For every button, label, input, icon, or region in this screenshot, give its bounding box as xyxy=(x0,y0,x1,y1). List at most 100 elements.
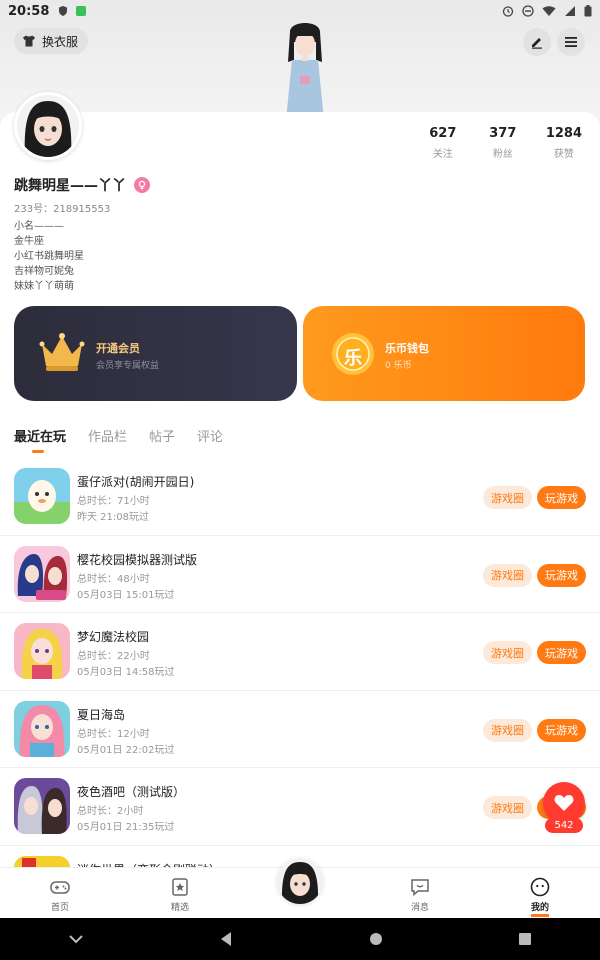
game-circle-button[interactable]: 游戏圈 xyxy=(483,563,532,587)
chevron-down-icon[interactable] xyxy=(68,934,84,944)
vip-subtitle: 会员享专属权益 xyxy=(96,361,160,371)
game-circle-button[interactable]: 游戏圈 xyxy=(483,796,532,819)
shield-icon xyxy=(59,6,68,16)
play-game-button[interactable]: 玩游戏 xyxy=(537,486,586,509)
stat-likes[interactable]: 1284 获赞 xyxy=(546,126,582,160)
nav-home[interactable]: 首页 xyxy=(0,868,120,917)
avatar xyxy=(277,858,323,904)
stat-fans-label: 粉丝 xyxy=(492,149,513,160)
profile-tabs: 最近在玩 作品栏 帖子 评论 xyxy=(14,426,223,453)
game-duration: 总时长：22小时 xyxy=(77,651,150,662)
recents-icon[interactable] xyxy=(518,932,532,946)
game-last-played: 05月03日 14:58玩过 xyxy=(77,667,175,678)
bio-line: 吉祥物可妮兔 xyxy=(14,266,74,277)
game-last-played: 05月03日 15:01玩过 xyxy=(77,589,175,601)
recent-games-list: 蛋仔派对(胡闹开园日) 总时长：71小时 昨天 21:08玩过 游戏圈 玩游戏 … xyxy=(0,458,600,923)
coin-wallet-card[interactable]: 乐 乐币钱包 0 乐币 xyxy=(303,306,585,401)
play-game-button[interactable]: 玩游戏 xyxy=(537,563,586,587)
bio-line: 妹妹丫丫萌萌 xyxy=(14,281,74,292)
stat-following-count: 627 xyxy=(429,126,457,141)
game-duration: 总时长：12小时 xyxy=(77,728,150,740)
game-duration: 总时长：71小时 xyxy=(77,496,150,507)
stat-likes-count: 1284 xyxy=(545,126,582,141)
game-icon-sakura-school xyxy=(14,545,70,602)
menu-button[interactable] xyxy=(557,28,585,56)
shirt-icon xyxy=(23,35,35,47)
nav-me[interactable]: 我的 xyxy=(480,868,600,917)
nav-featured[interactable]: 精选 xyxy=(120,868,240,917)
list-item[interactable]: 梦幻魔法校园 总时长：22小时 05月03日 14:58玩过 游戏圈 玩游戏 xyxy=(0,613,600,691)
star-bookmark-icon xyxy=(172,878,188,896)
bio-line: 小名——— xyxy=(14,221,64,232)
game-circle-button[interactable]: 游戏圈 xyxy=(483,641,532,664)
tab-works[interactable]: 作品栏 xyxy=(88,426,127,452)
wallet-balance: 0 乐币 xyxy=(385,361,412,371)
nav-me-label: 我的 xyxy=(530,900,549,917)
nav-featured-label: 精选 xyxy=(170,903,189,913)
home-icon[interactable] xyxy=(369,932,383,946)
tab-posts[interactable]: 帖子 xyxy=(149,426,175,452)
heart-icon xyxy=(554,795,574,811)
game-icon-summer-island xyxy=(14,700,70,757)
nav-home-label: 首页 xyxy=(50,903,69,913)
game-last-played: 05月01日 21:35玩过 xyxy=(77,822,175,833)
game-last-played: 昨天 21:08玩过 xyxy=(77,512,149,523)
nav-messages[interactable]: 消息 xyxy=(360,868,480,917)
profile-avatar[interactable] xyxy=(14,92,82,160)
stat-fans-count: 377 xyxy=(489,126,517,141)
message-bubble-icon xyxy=(411,879,429,897)
list-item[interactable]: 蛋仔派对(胡闹开园日) 总时长：71小时 昨天 21:08玩过 游戏圈 玩游戏 xyxy=(0,458,600,536)
game-duration: 总时长：48小时 xyxy=(77,573,150,585)
dnd-icon xyxy=(522,5,534,17)
tab-comments[interactable]: 评论 xyxy=(197,426,223,452)
list-item[interactable]: 夏日海岛 总时长：12小时 05月01日 22:02玩过 游戏圈 玩游戏 xyxy=(0,691,600,768)
game-circle-button[interactable]: 游戏圈 xyxy=(483,486,532,509)
bio-line: 金牛座 xyxy=(14,236,44,247)
game-title: 夜色酒吧（测试版） xyxy=(77,785,186,799)
stat-fans[interactable]: 377 粉丝 xyxy=(486,126,520,160)
tab-active-indicator xyxy=(32,450,44,453)
alarm-icon xyxy=(502,6,514,17)
game-title: 樱花校园模拟器测试版 xyxy=(77,552,198,567)
game-icon-eggy-party xyxy=(14,468,70,524)
avatar xyxy=(17,95,79,157)
profile-uid: 233号：218915553 xyxy=(14,204,111,215)
vip-title: 开通会员 xyxy=(96,342,140,355)
stat-following-label: 关注 xyxy=(432,149,453,160)
avatar-figure[interactable] xyxy=(270,20,340,120)
game-icon-magic-school xyxy=(14,623,70,679)
wallet-title: 乐币钱包 xyxy=(385,342,429,355)
stat-following[interactable]: 627 关注 xyxy=(426,126,460,160)
vip-membership-card[interactable]: 开通会员 会员享专属权益 xyxy=(14,306,297,401)
menu-icon xyxy=(565,37,577,47)
profile-bio: 小名——— 金牛座 小红书跳舞明星 吉祥物可妮兔 妹妹丫丫萌萌 xyxy=(14,219,84,294)
female-gender-icon xyxy=(134,177,150,193)
profile-name: 跳舞明星——丫丫 xyxy=(14,178,126,194)
tab-recently-played[interactable]: 最近在玩 xyxy=(14,426,66,452)
profile-stats: 627 关注 377 粉丝 1284 获赞 xyxy=(426,126,582,160)
crown-icon xyxy=(39,333,85,371)
game-icon-night-bar xyxy=(14,778,70,834)
smiley-icon xyxy=(530,877,550,897)
status-bar: 20:58 xyxy=(0,0,600,22)
wardrobe-button[interactable]: 换衣服 xyxy=(14,28,89,54)
signal-icon xyxy=(565,6,575,16)
battery-icon xyxy=(584,5,592,17)
app-notification-icon xyxy=(76,6,87,16)
wardrobe-label: 换衣服 xyxy=(42,34,79,49)
play-game-button[interactable]: 玩游戏 xyxy=(537,718,586,742)
nav-avatar-button[interactable] xyxy=(277,858,323,904)
gamepad-icon xyxy=(50,881,70,894)
back-icon[interactable] xyxy=(219,931,233,947)
play-game-button[interactable]: 玩游戏 xyxy=(537,641,586,664)
edit-button[interactable] xyxy=(523,28,551,56)
wifi-icon xyxy=(542,6,556,16)
status-time: 20:58 xyxy=(8,3,50,19)
bio-line: 小红书跳舞明星 xyxy=(14,251,84,262)
stat-likes-label: 获赞 xyxy=(553,149,574,160)
pencil-icon xyxy=(532,38,542,49)
game-circle-button[interactable]: 游戏圈 xyxy=(483,718,532,742)
list-item[interactable]: 樱花校园模拟器测试版 总时长：48小时 05月03日 15:01玩过 游戏圈 玩… xyxy=(0,536,600,613)
list-item[interactable]: 夜色酒吧（测试版） 总时长：2小时 05月01日 21:35玩过 游戏圈 玩游戏 xyxy=(0,768,600,846)
nav-messages-label: 消息 xyxy=(410,903,429,913)
